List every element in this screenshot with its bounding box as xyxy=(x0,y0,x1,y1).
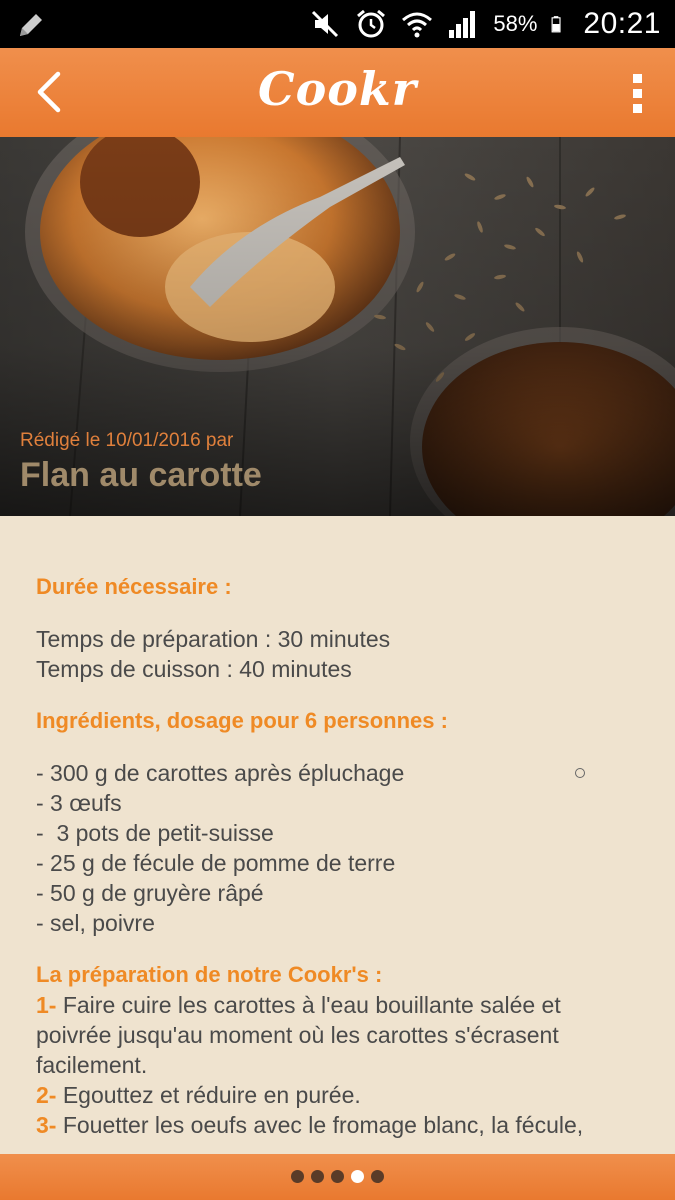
pencil-icon xyxy=(20,14,42,36)
step-text: Faire cuire les carottes à l'eau bouilla… xyxy=(36,992,568,1078)
touch-indicator xyxy=(575,768,585,778)
app-title: Cookr xyxy=(257,62,418,116)
mute-icon xyxy=(312,10,339,38)
ingredients-heading: Ingrédients, dosage pour 6 personnes : xyxy=(36,708,448,733)
page-dot[interactable] xyxy=(331,1170,344,1183)
app-bar: Cookr xyxy=(0,48,675,137)
pager-bar xyxy=(0,1154,675,1200)
battery-icon xyxy=(551,16,561,33)
list-item: - sel, poivre xyxy=(36,910,155,936)
list-item: - 25 g de fécule de pomme de terre xyxy=(36,850,396,876)
recipe-content: Durée nécessaire : Temps de préparation … xyxy=(36,560,636,1140)
step-item: 2- Egouttez et réduire en purée. xyxy=(36,1080,636,1110)
more-vert-icon[interactable] xyxy=(627,70,647,120)
recipe-title: Flan au carotte xyxy=(20,456,262,494)
step-text: Egouttez et réduire en purée. xyxy=(62,1082,361,1108)
recipe-date: Rédigé le 10/01/2016 par xyxy=(20,430,234,451)
page-dot[interactable] xyxy=(371,1170,384,1183)
recipe-hero-image: Rédigé le 10/01/2016 par Flan au carotte xyxy=(0,137,675,516)
duration-heading: Durée nécessaire : xyxy=(36,574,232,599)
preparation-heading: La préparation de notre Cookr's : xyxy=(36,962,383,987)
wifi-icon xyxy=(402,12,433,38)
alarm-icon xyxy=(357,9,386,38)
list-item: - 50 g de gruyère râpé xyxy=(36,880,264,906)
step-number: 1- xyxy=(36,992,57,1018)
status-bar: 58% 20:21 xyxy=(0,0,675,48)
prep-time: Temps de préparation : 30 minutes xyxy=(36,626,391,652)
cook-time: Temps de cuisson : 40 minutes xyxy=(36,656,352,682)
step-item: 1- Faire cuire les carottes à l'eau boui… xyxy=(36,990,636,1080)
battery-percent: 58% xyxy=(493,11,538,36)
step-item: 3- Fouetter les oeufs avec le fromage bl… xyxy=(36,1110,636,1140)
list-item: - 300 g de carottes après épluchage xyxy=(36,760,405,786)
step-number: 3- xyxy=(36,1112,57,1138)
page-dot[interactable] xyxy=(351,1170,364,1183)
clock: 20:21 xyxy=(583,7,661,40)
step-text: Fouetter les oeufs avec le fromage blanc… xyxy=(56,1112,584,1138)
ingredients-list: - 300 g de carottes après épluchage - 3 … xyxy=(36,758,636,938)
step-number: 2- xyxy=(36,1082,57,1108)
preparation-steps: 1- Faire cuire les carottes à l'eau boui… xyxy=(36,990,636,1140)
page-dot[interactable] xyxy=(311,1170,324,1183)
list-item: - 3 pots de petit-suisse xyxy=(36,820,274,846)
page-indicator[interactable] xyxy=(0,1170,675,1183)
page-dot[interactable] xyxy=(291,1170,304,1183)
signal-icon xyxy=(449,11,476,38)
list-item: - 3 œufs xyxy=(36,790,122,816)
